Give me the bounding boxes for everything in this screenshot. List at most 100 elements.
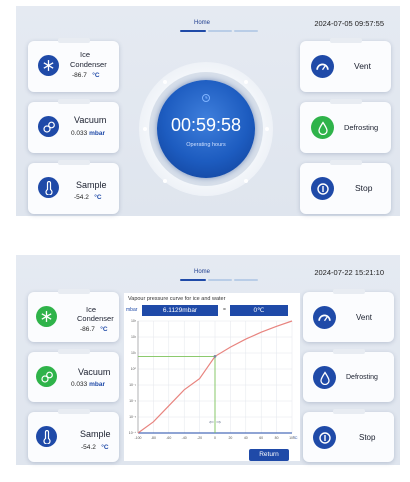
thermometer-icon — [36, 426, 57, 447]
drop-icon — [311, 116, 334, 139]
card-tab — [332, 289, 365, 294]
marker-point — [213, 355, 217, 358]
page-indicator-2[interactable] — [208, 279, 232, 281]
pressure-readout[interactable]: 6.1129mbar — [142, 305, 218, 316]
vent-label: Vent — [354, 61, 372, 71]
card-tab — [332, 349, 365, 354]
card-tab — [57, 289, 90, 294]
ice-label: Ice — [80, 50, 91, 59]
operating-hours-dial: 00:59:58 Operating hours — [139, 62, 273, 196]
dial-dot — [163, 179, 167, 183]
thermometer-icon — [38, 177, 59, 198]
x-tick-label: 80 — [275, 436, 279, 440]
vacuum-card[interactable]: Vacuum 0.033 mbar — [28, 99, 119, 153]
card-tab — [57, 409, 90, 414]
page-indicator-active[interactable] — [180, 279, 206, 281]
page-indicator-3[interactable] — [234, 279, 258, 281]
y-tick-label: 10⁻² — [129, 399, 137, 403]
stop-label: Stop — [359, 433, 376, 442]
card-tab — [57, 38, 90, 43]
temperature-readout[interactable]: 0℃ — [230, 305, 288, 316]
ice-condenser-value: -86.7 °C — [72, 72, 100, 79]
vacuum-value: 0.033 mbar — [71, 381, 105, 388]
gauge-icon — [313, 306, 336, 329]
vapour-pressure-panel: Vapour pressure curve for ice and water … — [124, 293, 300, 461]
y-tick-label: 10² — [131, 335, 137, 339]
vent-button[interactable]: Vent — [303, 289, 394, 342]
condenser-label: Condenser — [70, 60, 107, 69]
x-unit-label: °C — [293, 435, 298, 440]
card-tab — [329, 160, 362, 165]
datetime: 2024-07-05 09:57:55 — [314, 19, 384, 28]
page-indicator-2[interactable] — [208, 30, 232, 32]
x-tick-label: -20 — [197, 436, 202, 440]
clock-icon — [201, 90, 211, 108]
ice-condenser-card[interactable]: Ice Condenser -86.7 °C — [28, 38, 119, 92]
vacuum-card[interactable]: Vacuum 0.033 mbar — [28, 349, 119, 402]
x-tick-label: 60 — [259, 436, 263, 440]
ice-condenser-value: -86.7 °C — [80, 326, 108, 333]
operating-time: 00:59:58 — [170, 115, 242, 135]
sample-label: Sample — [80, 429, 111, 439]
drag-arrows-icon: ⇐ ⇒ — [209, 419, 221, 426]
x-tick-label: -60 — [166, 436, 171, 440]
defrosting-label: Defrosting — [344, 123, 379, 132]
dial-dot — [244, 80, 248, 84]
card-tab — [329, 38, 362, 43]
vapour-pressure-chart[interactable]: -100 -80 -60 -40 -20 0 20 40 60 80 10010⁻⁴10⁻³10⁻²… — [124, 317, 300, 449]
vacuum-label: Vacuum — [74, 115, 107, 125]
dial-dot — [163, 80, 167, 84]
chart-title: Vapour pressure curve for ice and water — [128, 296, 226, 302]
y-tick-label: 10⁻⁴ — [129, 431, 137, 435]
x-tick-label: 40 — [244, 436, 248, 440]
y-tick-label: 10¹ — [131, 351, 137, 355]
condenser-label: Condenser — [77, 314, 114, 323]
stop-icon — [311, 177, 334, 200]
pressure-unit-label: mbar — [126, 307, 138, 313]
vacuum-label: Vacuum — [78, 367, 111, 377]
return-button[interactable]: Return — [249, 449, 289, 461]
card-tab — [57, 99, 90, 104]
dial-dot — [244, 179, 248, 183]
sample-card[interactable]: Sample -54.2 °C — [28, 160, 119, 214]
vent-button[interactable]: Vent — [300, 38, 391, 92]
dial-dot — [143, 127, 147, 131]
nav-title[interactable]: Home — [194, 20, 210, 26]
card-tab — [332, 409, 365, 414]
stop-button[interactable]: Stop — [300, 160, 391, 214]
stop-label: Stop — [355, 183, 373, 193]
sample-value: -54.2 °C — [81, 444, 109, 451]
operating-hours-label: Operating hours — [186, 142, 226, 148]
page-indicator — [180, 279, 264, 282]
gauge-icon — [311, 55, 334, 78]
stop-button[interactable]: Stop — [303, 409, 394, 462]
x-tick-label: -80 — [151, 436, 156, 440]
x-tick-label: 0 — [214, 436, 216, 440]
nav-title[interactable]: Home — [194, 269, 210, 275]
datetime: 2024-07-22 15:21:10 — [314, 268, 384, 277]
ice-condenser-card[interactable]: Ice Condenser -86.7 °C — [28, 289, 119, 342]
dial-dot — [265, 127, 269, 131]
page-indicator-3[interactable] — [234, 30, 258, 32]
card-tab — [57, 349, 90, 354]
sample-value: -54.2 °C — [74, 194, 102, 201]
sample-card[interactable]: Sample -54.2 °C — [28, 409, 119, 462]
card-tab — [57, 160, 90, 165]
vacuum-value: 0.033 mbar — [71, 130, 105, 137]
y-tick-label: 10³ — [131, 319, 137, 323]
defrosting-button[interactable]: Defrosting — [300, 99, 391, 153]
dial-face: 00:59:58 Operating hours — [157, 80, 255, 178]
vacuum-icon — [36, 366, 57, 387]
y-tick-label: 10⁻³ — [129, 415, 137, 419]
drop-icon — [313, 366, 336, 389]
snowflake-icon — [36, 306, 57, 327]
sample-label: Sample — [76, 180, 107, 190]
x-tick-label: 20 — [228, 436, 232, 440]
page-indicator-active[interactable] — [180, 30, 206, 32]
y-tick-label: 10⁻¹ — [129, 383, 137, 387]
page-indicator — [180, 30, 264, 33]
home-screen-1: Home 2024-07-05 09:57:55 Ice Condenser -… — [16, 6, 400, 216]
y-tick-label: 10⁰ — [131, 367, 137, 371]
defrosting-button[interactable]: Defrosting — [303, 349, 394, 402]
card-tab — [329, 99, 362, 104]
